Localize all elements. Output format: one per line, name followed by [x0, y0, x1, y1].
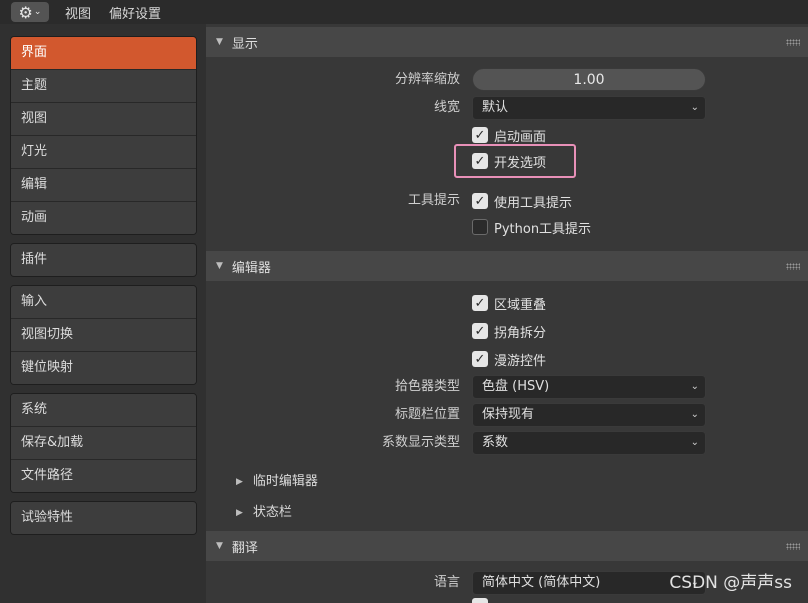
sidebar-item-system[interactable]: 系统 — [11, 394, 196, 426]
tooltips-label: 工具提示 — [407, 193, 460, 208]
header-position-label: 标题栏位置 — [394, 407, 460, 422]
factor-display-label: 系数显示类型 — [381, 435, 460, 450]
color-picker-label: 拾色器类型 — [394, 379, 460, 394]
language-label: 语言 — [433, 575, 460, 590]
chevron-down-icon: ⌄ — [690, 409, 699, 420]
language-value: 简体中文 (简体中文) — [482, 575, 601, 590]
navigation-controls-row: ✓ 漫游控件 — [206, 347, 808, 371]
sidebar-item-keymap[interactable]: 键位映射 — [11, 351, 196, 384]
checkmark-icon[interactable]: ✓ — [472, 127, 488, 143]
display-panel-title: 显示 — [231, 36, 258, 52]
splash-label: 启动画面 — [494, 129, 547, 145]
dev-options-row: ✓ 开发选项 — [206, 149, 808, 173]
resolution-scale-label: 分辨率缩放 — [394, 72, 460, 87]
chevron-down-icon: ⌄ — [690, 102, 699, 113]
corner-split-toggle[interactable]: ✓ 拐角拆分 — [472, 319, 546, 343]
resolution-scale-row: 分辨率缩放 1.00 — [206, 68, 808, 92]
sidebar-item-editing[interactable]: 编辑 — [11, 168, 196, 201]
main-panel: ▼ 显示 分辨率缩放 1.00 线宽 默认 ⌄ ✓ 启动画面 ✓ 开发选项 工具… — [206, 24, 808, 603]
checkmark-icon[interactable]: ✓ — [472, 323, 488, 339]
sidebar-group-input: 输入 视图切换 键位映射 — [10, 285, 197, 385]
expanded-triangle-icon: ▼ — [216, 541, 223, 551]
drag-grip-icon[interactable] — [786, 39, 800, 46]
sidebar-group-system: 系统 保存&加载 文件路径 — [10, 393, 197, 493]
header-position-value: 保持现有 — [482, 407, 535, 422]
factor-display-dropdown[interactable]: 系数 ⌄ — [472, 431, 706, 455]
user-tooltips-label: 使用工具提示 — [494, 195, 573, 211]
status-bar-subpanel[interactable]: ▶ 状态栏 — [236, 501, 292, 525]
sidebar-item-lights[interactable]: 灯光 — [11, 135, 196, 168]
collapsed-triangle-icon: ▶ — [236, 508, 243, 518]
sidebar-item-animation[interactable]: 动画 — [11, 201, 196, 234]
chevron-down-icon: ⌄ — [690, 381, 699, 392]
region-overlap-toggle[interactable]: ✓ 区域重叠 — [472, 291, 546, 315]
sidebar-group-general: 界面 主题 视图 灯光 编辑 动画 — [10, 36, 197, 235]
translation-panel-header[interactable]: ▼ 翻译 — [206, 531, 808, 561]
sidebar: 界面 主题 视图 灯光 编辑 动画 插件 输入 视图切换 键位映射 系统 保存&… — [0, 24, 203, 603]
resolution-scale-slider[interactable]: 1.00 — [472, 68, 706, 91]
editors-panel-title: 编辑器 — [231, 260, 271, 276]
line-width-dropdown[interactable]: 默认 ⌄ — [472, 96, 706, 120]
header-position-dropdown[interactable]: 保持现有 ⌄ — [472, 403, 706, 427]
partial-checkbox[interactable] — [472, 598, 488, 603]
sidebar-item-input[interactable]: 输入 — [11, 286, 196, 318]
color-picker-dropdown[interactable]: 色盘 (HSV) ⌄ — [472, 375, 706, 399]
navigation-controls-toggle[interactable]: ✓ 漫游控件 — [472, 347, 546, 371]
sidebar-item-experimental[interactable]: 试验特性 — [11, 502, 196, 534]
expanded-triangle-icon: ▼ — [216, 37, 223, 47]
menu-view[interactable]: 视图 — [65, 3, 91, 22]
region-overlap-row: ✓ 区域重叠 — [206, 291, 808, 315]
region-overlap-label: 区域重叠 — [494, 297, 547, 313]
sidebar-item-navigation[interactable]: 视图切换 — [11, 318, 196, 351]
menu-preferences[interactable]: 偏好设置 — [109, 3, 161, 22]
watermark: CSDN @声声ss — [669, 573, 792, 593]
top-bar: ⚙ ⌄ 视图 偏好设置 — [0, 0, 808, 24]
user-tooltips-toggle[interactable]: ✓ 使用工具提示 — [472, 189, 572, 213]
chevron-down-icon: ⌄ — [690, 437, 699, 448]
sidebar-item-themes[interactable]: 主题 — [11, 69, 196, 102]
color-picker-row: 拾色器类型 色盘 (HSV) ⌄ — [206, 375, 808, 399]
line-width-row: 线宽 默认 ⌄ — [206, 96, 808, 120]
corner-split-label: 拐角拆分 — [494, 325, 547, 341]
checkmark-icon[interactable]: ✓ — [472, 193, 488, 209]
navigation-controls-label: 漫游控件 — [494, 353, 547, 369]
temp-editors-subpanel[interactable]: ▶ 临时编辑器 — [236, 470, 318, 494]
sidebar-item-viewport[interactable]: 视图 — [11, 102, 196, 135]
editors-panel-header[interactable]: ▼ 编辑器 — [206, 251, 808, 281]
gear-icon: ⚙ — [18, 2, 33, 22]
translation-panel-title: 翻译 — [231, 540, 258, 556]
drag-grip-icon[interactable] — [786, 543, 800, 550]
color-picker-value: 色盘 (HSV) — [482, 379, 550, 394]
python-tooltips-toggle[interactable]: Python工具提示 — [472, 215, 591, 239]
chevron-down-icon: ⌄ — [33, 7, 42, 17]
expanded-triangle-icon: ▼ — [216, 261, 223, 271]
line-width-label: 线宽 — [433, 100, 460, 115]
sidebar-item-file-paths[interactable]: 文件路径 — [11, 459, 196, 492]
sidebar-item-interface[interactable]: 界面 — [11, 37, 196, 69]
checkmark-icon[interactable]: ✓ — [472, 153, 488, 169]
sidebar-group-experimental: 试验特性 — [10, 501, 197, 535]
dev-options-label: 开发选项 — [494, 155, 547, 171]
temp-editors-label: 临时编辑器 — [252, 474, 318, 489]
empty-checkbox-icon[interactable] — [472, 219, 488, 235]
sidebar-item-save-load[interactable]: 保存&加载 — [11, 426, 196, 459]
corner-split-row: ✓ 拐角拆分 — [206, 319, 808, 343]
sidebar-group-addons: 插件 — [10, 243, 197, 277]
drag-grip-icon[interactable] — [786, 263, 800, 270]
python-tooltips-row: Python工具提示 — [206, 215, 808, 239]
checkmark-icon[interactable]: ✓ — [472, 295, 488, 311]
factor-display-value: 系数 — [482, 435, 509, 450]
header-position-row: 标题栏位置 保持现有 ⌄ — [206, 403, 808, 427]
tooltips-row: 工具提示 ✓ 使用工具提示 — [206, 189, 808, 213]
sidebar-item-addons[interactable]: 插件 — [11, 244, 196, 276]
status-bar-label: 状态栏 — [252, 505, 292, 520]
display-panel-header[interactable]: ▼ 显示 — [206, 27, 808, 57]
line-width-value: 默认 — [482, 100, 509, 115]
dev-options-toggle[interactable]: ✓ 开发选项 — [472, 149, 546, 173]
collapsed-triangle-icon: ▶ — [236, 477, 243, 487]
preferences-menu-button[interactable]: ⚙ ⌄ — [11, 2, 49, 22]
python-tooltips-label: Python工具提示 — [494, 221, 592, 237]
factor-display-row: 系数显示类型 系数 ⌄ — [206, 431, 808, 455]
checkmark-icon[interactable]: ✓ — [472, 351, 488, 367]
